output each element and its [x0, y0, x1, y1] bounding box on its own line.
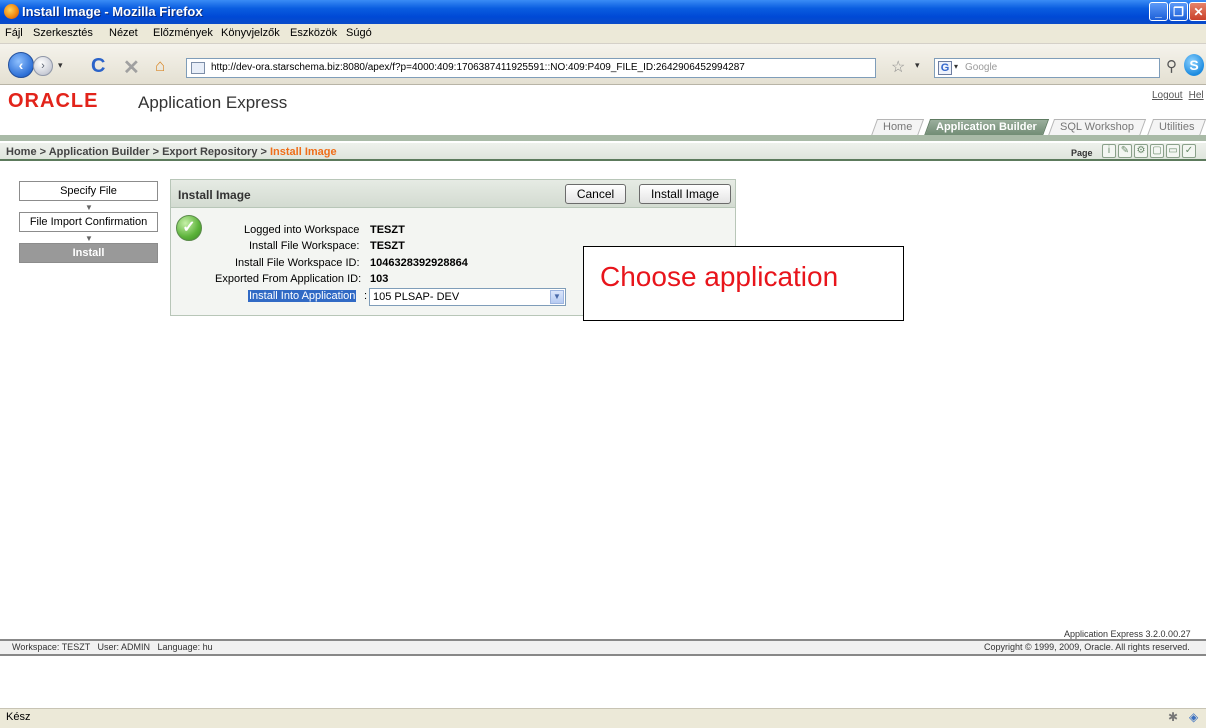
install-file-workspace-label: Install File Workspace: — [249, 240, 360, 252]
menu-view[interactable]: Nézet — [109, 27, 138, 39]
network-icon[interactable]: ◈ — [1189, 710, 1198, 724]
search-engine-dropdown-icon[interactable]: ▾ — [954, 62, 958, 71]
install-into-application-label: Install Into Application — [248, 290, 357, 302]
maximize-button[interactable]: ❐ — [1169, 2, 1188, 21]
page-run-icon[interactable]: ✓ — [1182, 144, 1196, 158]
label-colon: : — [364, 290, 368, 302]
menu-help[interactable]: Súgó — [346, 27, 372, 39]
breadcrumb: Home > Application Builder > Export Repo… — [6, 146, 337, 158]
page-settings-icon[interactable]: ⚙ — [1134, 144, 1148, 158]
site-identity-icon[interactable] — [191, 62, 205, 74]
install-into-application-select[interactable]: 105 PLSAP- DEV ▼ — [369, 288, 566, 306]
breadcrumb-export-repository[interactable]: Export Repository — [162, 146, 257, 158]
breadcrumb-home[interactable]: Home — [6, 146, 37, 158]
logged-into-workspace-label: Logged into Workspace — [244, 224, 360, 236]
logged-into-workspace-value: TESZT — [370, 224, 405, 236]
back-icon[interactable]: ‹ — [8, 52, 34, 78]
dropdown-icon[interactable]: ▾ — [58, 60, 63, 71]
page-toolbar-label: Page — [1071, 148, 1093, 158]
page-info-icon[interactable]: i — [1102, 144, 1116, 158]
url-dropdown-icon[interactable]: ▾ — [915, 60, 920, 71]
tab-sql-workshop[interactable]: SQL Workshop — [1047, 119, 1147, 136]
tab-application-builder[interactable]: Application Builder — [923, 119, 1049, 136]
chevron-down-icon: ▼ — [85, 203, 93, 212]
chevron-down-icon: ▼ — [85, 234, 93, 243]
menu-bar: Fájl Szerkesztés Nézet Előzmények Könyvj… — [0, 24, 1206, 44]
breadcrumb-application-builder[interactable]: Application Builder — [49, 146, 150, 158]
region-title: Install Image — [178, 188, 251, 202]
exported-from-application-id-label: Exported From Application ID: — [215, 273, 362, 285]
checkmark-icon: ✓ — [176, 215, 202, 241]
page-edit-icon[interactable]: ✎ — [1118, 144, 1132, 158]
tab-underline — [0, 135, 1206, 141]
exported-from-application-id-value: 103 — [370, 273, 389, 285]
oracle-logo: ORACLE — [8, 90, 99, 112]
url-bar[interactable]: http://dev-ora.starschema.biz:8080/apex/… — [186, 58, 876, 78]
menu-tools[interactable]: Eszközök — [290, 27, 337, 39]
forward-icon[interactable]: › — [33, 56, 53, 76]
copyright-text: Copyright © 1999, 2009, Oracle. All righ… — [984, 642, 1190, 652]
menu-file[interactable]: Fájl — [5, 27, 23, 39]
tab-home[interactable]: Home — [870, 119, 925, 136]
skype-icon[interactable]: S — [1184, 54, 1204, 76]
help-link[interactable]: Hel — [1189, 90, 1204, 101]
product-name: Application Express — [138, 93, 288, 112]
minimize-button[interactable]: _ — [1149, 2, 1168, 21]
install-file-workspace-value: TESZT — [370, 240, 405, 252]
status-text: Kész — [6, 711, 31, 723]
version-text: Application Express 3.2.0.00.27 — [1064, 629, 1191, 639]
chevron-down-icon[interactable]: ▼ — [550, 290, 564, 304]
firefox-icon — [4, 4, 19, 19]
addon-icon[interactable]: ✱ — [1168, 710, 1178, 724]
workspace-user-language-info: Workspace: TESZT User: ADMIN Language: h… — [12, 642, 213, 652]
stop-icon[interactable]: ✕ — [123, 55, 140, 80]
search-input[interactable]: Google — [965, 62, 997, 73]
comment-icon[interactable]: ▭ — [1166, 144, 1180, 158]
url-text: http://dev-ora.starschema.biz:8080/apex/… — [211, 62, 745, 73]
logout-link[interactable]: Logout — [1152, 90, 1183, 101]
wizard-step-install: Install — [19, 243, 158, 263]
home-icon[interactable]: ⌂ — [155, 56, 165, 76]
menu-bookmarks[interactable]: Könyvjelzők — [221, 27, 280, 39]
install-file-workspace-id-label: Install File Workspace ID: — [235, 257, 360, 269]
menu-edit[interactable]: Szerkesztés — [33, 27, 93, 39]
header-links: Logout Hel — [1152, 90, 1206, 101]
search-bar[interactable]: G ▾ Google — [934, 58, 1160, 78]
wizard-step-specify-file[interactable]: Specify File — [19, 181, 158, 201]
cancel-button[interactable]: Cancel — [565, 184, 626, 204]
window-title-bar[interactable]: Install Image - Mozilla Firefox _ ❐ ✕ — [0, 0, 1206, 24]
reload-icon[interactable]: C — [91, 55, 105, 78]
magnifier-icon[interactable]: ⚲ — [1166, 57, 1177, 75]
breadcrumb-current: Install Image — [270, 146, 337, 158]
google-icon[interactable]: G — [938, 61, 952, 75]
wizard-step-file-import-confirmation[interactable]: File Import Confirmation — [19, 212, 158, 232]
install-file-workspace-id-value: 1046328392928864 — [370, 257, 468, 269]
window-title: Install Image - Mozilla Firefox — [22, 4, 203, 19]
close-button[interactable]: ✕ — [1189, 2, 1206, 21]
status-bar — [0, 708, 1206, 728]
install-image-button[interactable]: Install Image — [639, 184, 731, 204]
page-new-icon[interactable]: ▢ — [1150, 144, 1164, 158]
bookmark-star-icon[interactable]: ☆ — [891, 57, 905, 77]
menu-history[interactable]: Előzmények — [153, 27, 213, 39]
annotation-callout-text: Choose application — [600, 261, 839, 292]
tab-utilities[interactable]: Utilities — [1146, 119, 1206, 136]
selected-application: 105 PLSAP- DEV — [373, 291, 460, 303]
